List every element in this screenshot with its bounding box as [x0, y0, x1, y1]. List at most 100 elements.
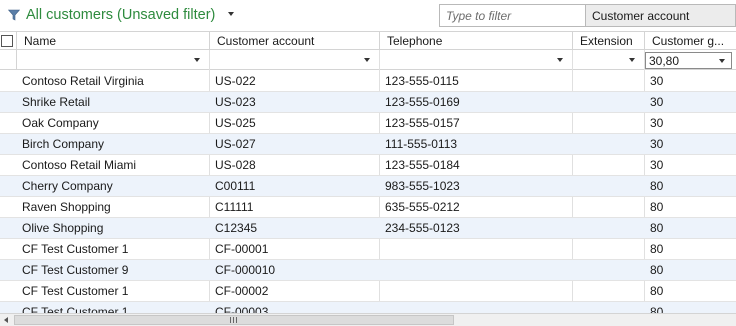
cell-extension[interactable]	[572, 113, 644, 133]
cell-customer-account[interactable]: CF-00003	[209, 302, 379, 313]
select-all-checkbox[interactable]	[1, 35, 13, 47]
cell-customer-account[interactable]: US-025	[209, 113, 379, 133]
customer-account-filter[interactable]	[209, 50, 379, 70]
table-row[interactable]: Olive Shopping C12345 234-555-0123 80	[0, 218, 736, 239]
cell-name[interactable]: Olive Shopping	[16, 218, 209, 238]
cell-customer-group[interactable]: 80	[644, 281, 736, 301]
table-row[interactable]: Contoso Retail Virginia US-022 123-555-011…	[0, 71, 736, 92]
cell-customer-group[interactable]: 30	[644, 113, 736, 133]
chevron-down-icon[interactable]	[629, 58, 635, 62]
cell-telephone[interactable]	[379, 302, 572, 313]
cell-customer-group[interactable]: 80	[644, 302, 736, 313]
column-header-customer-account[interactable]: Customer account	[209, 32, 379, 50]
cell-customer-group[interactable]: 30	[644, 155, 736, 175]
cell-name[interactable]: CF Test Customer 9	[16, 260, 209, 280]
cell-telephone[interactable]: 983-555-1023	[379, 176, 572, 196]
cell-customer-account[interactable]: US-027	[209, 134, 379, 154]
cell-name[interactable]: Contoso Retail Virginia	[16, 71, 209, 91]
name-filter[interactable]	[16, 50, 209, 70]
chevron-down-icon[interactable]	[194, 58, 200, 62]
grid-toolbar: All customers (Unsaved filter) Customer …	[0, 0, 736, 31]
cell-customer-account[interactable]: US-023	[209, 92, 379, 112]
chevron-down-icon[interactable]	[364, 58, 370, 62]
cell-telephone[interactable]: 234-555-0123	[379, 218, 572, 238]
cell-customer-account[interactable]: US-028	[209, 155, 379, 175]
column-header-telephone[interactable]: Telephone	[379, 32, 572, 50]
grid-body: Contoso Retail Virginia US-022 123-555-011…	[0, 71, 736, 313]
table-row[interactable]: CF Test Customer 1 CF-00002 80	[0, 281, 736, 302]
cell-name[interactable]: CF Test Customer 1	[16, 302, 209, 313]
cell-name[interactable]: CF Test Customer 1	[16, 239, 209, 259]
chevron-down-icon[interactable]	[228, 12, 234, 16]
table-row[interactable]: Birch Company US-027 111-555-0113 30	[0, 134, 736, 155]
scrollbar-thumb[interactable]	[14, 315, 454, 325]
view-title[interactable]: All customers (Unsaved filter)	[26, 7, 215, 23]
cell-customer-group[interactable]: 30	[644, 92, 736, 112]
cell-customer-account[interactable]: CF-00001	[209, 239, 379, 259]
table-row[interactable]: Oak Company US-025 123-555-0157 30	[0, 113, 736, 134]
cell-customer-group[interactable]: 80	[644, 260, 736, 280]
cell-extension[interactable]	[572, 218, 644, 238]
cell-customer-group[interactable]: 80	[644, 176, 736, 196]
customer-group-filter[interactable]: 30,80	[645, 52, 732, 69]
customer-group-filter-value: 30,80	[649, 54, 680, 68]
cell-extension[interactable]	[572, 302, 644, 313]
cell-customer-group[interactable]: 30	[644, 134, 736, 154]
horizontal-scrollbar[interactable]	[0, 313, 736, 326]
column-filter-row	[0, 50, 736, 70]
cell-customer-account[interactable]: US-022	[209, 71, 379, 91]
cell-telephone[interactable]	[379, 239, 572, 259]
table-row[interactable]: CF Test Customer 1 CF-00003 80	[0, 302, 736, 313]
cell-extension[interactable]	[572, 92, 644, 112]
telephone-filter[interactable]	[379, 50, 572, 70]
cell-name[interactable]: CF Test Customer 1	[16, 281, 209, 301]
column-header-name[interactable]: Name	[16, 32, 209, 50]
cell-name[interactable]: Contoso Retail Miami	[16, 155, 209, 175]
table-row[interactable]: Raven Shopping C11111 635-555-0212 80	[0, 197, 736, 218]
cell-extension[interactable]	[572, 260, 644, 280]
filter-field-select[interactable]: Customer account	[586, 4, 736, 27]
cell-name[interactable]: Birch Company	[16, 134, 209, 154]
cell-customer-account[interactable]: C12345	[209, 218, 379, 238]
table-row[interactable]: CF Test Customer 1 CF-00001 80	[0, 239, 736, 260]
cell-customer-group[interactable]: 80	[644, 239, 736, 259]
cell-customer-group[interactable]: 80	[644, 218, 736, 238]
table-row[interactable]: Shrike Retail US-023 123-555-0169 30	[0, 92, 736, 113]
cell-customer-group[interactable]: 30	[644, 71, 736, 91]
cell-telephone[interactable]	[379, 281, 572, 301]
cell-customer-account[interactable]: CF-000010	[209, 260, 379, 280]
cell-telephone[interactable]: 635-555-0212	[379, 197, 572, 217]
column-header-customer-group[interactable]: Customer g...	[644, 32, 736, 50]
cell-name[interactable]: Cherry Company	[16, 176, 209, 196]
cell-customer-account[interactable]: C00111	[209, 176, 379, 196]
cell-extension[interactable]	[572, 155, 644, 175]
chevron-down-icon[interactable]	[557, 58, 563, 62]
table-row[interactable]: CF Test Customer 9 CF-000010 80	[0, 260, 736, 281]
cell-telephone[interactable]: 123-555-0184	[379, 155, 572, 175]
extension-filter[interactable]	[572, 50, 644, 70]
table-row[interactable]: Cherry Company C00111 983-555-1023 80	[0, 176, 736, 197]
quick-filter-input[interactable]	[439, 4, 586, 27]
cell-extension[interactable]	[572, 71, 644, 91]
cell-customer-account[interactable]: C11111	[209, 197, 379, 217]
table-row[interactable]: Contoso Retail Miami US-028 123-555-0184 30	[0, 155, 736, 176]
cell-customer-group[interactable]: 80	[644, 197, 736, 217]
cell-extension[interactable]	[572, 176, 644, 196]
column-header-extension[interactable]: Extension	[572, 32, 644, 50]
scroll-left-icon[interactable]	[4, 317, 8, 323]
cell-extension[interactable]	[572, 197, 644, 217]
cell-extension[interactable]	[572, 239, 644, 259]
cell-customer-account[interactable]: CF-00002	[209, 281, 379, 301]
cell-telephone[interactable]	[379, 260, 572, 280]
cell-extension[interactable]	[572, 134, 644, 154]
cell-telephone[interactable]: 111-555-0113	[379, 134, 572, 154]
cell-telephone[interactable]: 123-555-0115	[379, 71, 572, 91]
grip-icon	[230, 317, 231, 323]
cell-name[interactable]: Oak Company	[16, 113, 209, 133]
chevron-down-icon[interactable]	[719, 59, 725, 63]
cell-telephone[interactable]: 123-555-0169	[379, 92, 572, 112]
cell-name[interactable]: Shrike Retail	[16, 92, 209, 112]
cell-extension[interactable]	[572, 281, 644, 301]
cell-name[interactable]: Raven Shopping	[16, 197, 209, 217]
cell-telephone[interactable]: 123-555-0157	[379, 113, 572, 133]
